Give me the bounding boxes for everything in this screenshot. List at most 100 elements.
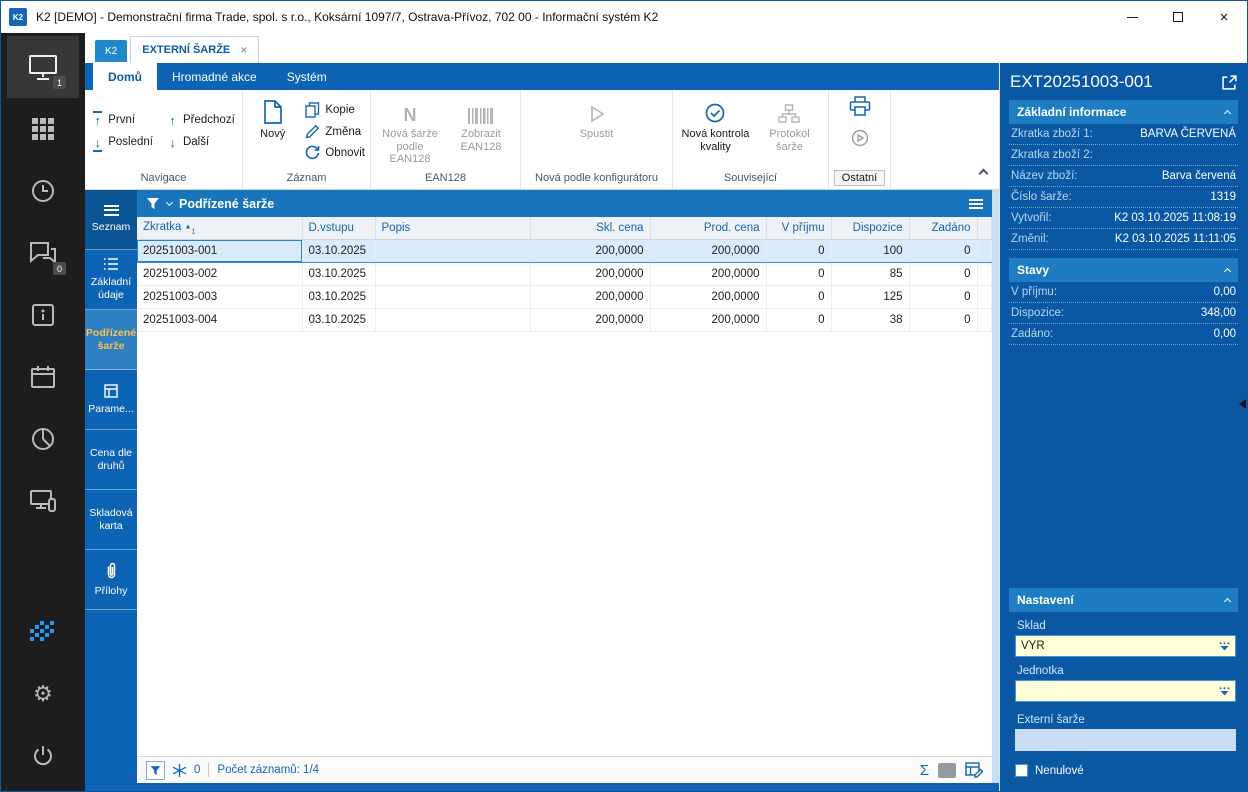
cell-zkratka: 20251003-003: [137, 285, 302, 308]
tab-k2[interactable]: K2: [95, 40, 127, 62]
edit-record-button[interactable]: Změna: [305, 124, 361, 139]
jednotka-input[interactable]: [1021, 685, 1219, 697]
last-arrow-icon: ↓: [92, 136, 103, 149]
column-header-skl-cena[interactable]: Skl. cena: [530, 217, 650, 239]
column-header-v-prijmu[interactable]: V příjmu: [766, 217, 831, 239]
edit-columns-icon[interactable]: [965, 762, 983, 778]
rail-devices-button[interactable]: [7, 470, 79, 532]
nenulove-checkbox-row: Nenulové: [1015, 764, 1236, 777]
grid-title: Podřízené šarže: [179, 197, 274, 211]
lookup-dropdown-icon[interactable]: [1219, 687, 1230, 696]
cell-dispozice: 125: [831, 285, 909, 308]
section-title-zakladni: Základní informace: [1017, 105, 1126, 119]
rail-power-button[interactable]: [7, 725, 79, 787]
column-header-dispozice[interactable]: Dispozice: [831, 217, 909, 239]
devices-icon: [29, 489, 57, 513]
rail-history-button[interactable]: [7, 160, 79, 222]
minimize-button[interactable]: [1109, 1, 1155, 33]
frozen-snowflake-icon[interactable]: [173, 764, 186, 777]
cell-prod: 200,0000: [650, 308, 766, 331]
rail-calendar-button[interactable]: [7, 346, 79, 408]
column-header-prod-cena[interactable]: Prod. cena: [650, 217, 766, 239]
popout-icon[interactable]: [1222, 75, 1237, 90]
filter-funnel-icon[interactable]: [146, 197, 160, 210]
tab-close-icon[interactable]: ×: [240, 43, 247, 57]
view-nav-podrizene-sarze[interactable]: Podřízené šarže: [85, 310, 137, 370]
rail-time-button[interactable]: [7, 408, 79, 470]
view-nav-seznam[interactable]: Seznam: [85, 190, 137, 250]
ribbon-tab-system[interactable]: Systém: [272, 63, 342, 90]
filter-chevron-down-icon[interactable]: [166, 198, 173, 205]
paperclip-icon: [104, 562, 118, 580]
externi-sarze-input[interactable]: [1021, 734, 1230, 746]
column-header-dvstupu[interactable]: D.vstupu: [302, 217, 375, 239]
cell-zadano: 0: [909, 262, 977, 285]
view-nav-prilohy[interactable]: Přílohy: [85, 550, 137, 610]
rail-messages-button[interactable]: 0: [7, 222, 79, 284]
new-record-button[interactable]: Nový: [248, 94, 297, 168]
tab-externi-sarze-label: EXTERNÍ ŠARŽE: [142, 44, 230, 56]
copy-record-button[interactable]: Kopie: [305, 102, 354, 118]
sklad-input[interactable]: [1021, 640, 1219, 652]
sum-button[interactable]: Σ: [920, 762, 929, 779]
nenulove-checkbox[interactable]: [1015, 764, 1028, 777]
view-nav-parametry-label: Parame...: [88, 403, 134, 416]
ribbon-group-ostatni: Ostatní: [829, 90, 891, 189]
view-nav-podrizene-sarze-label: Podřízené šarže: [86, 327, 136, 353]
section-header-nastaveni[interactable]: Nastavení: [1009, 588, 1238, 612]
grid-menu-icon[interactable]: [969, 199, 983, 209]
rail-modules-button[interactable]: [7, 98, 79, 160]
ribbon-tab-hromadne-akce[interactable]: Hromadné akce: [157, 63, 272, 90]
column-header-popis[interactable]: Popis: [375, 217, 530, 239]
next-arrow-icon: ↓: [167, 136, 178, 149]
tab-externi-sarze[interactable]: EXTERNÍ ŠARŽE ×: [130, 36, 259, 63]
table-row[interactable]: 20251003-003 03.10.2025 200,0000 200,000…: [137, 285, 992, 308]
view-nav-parametry[interactable]: Parame...: [85, 370, 137, 430]
group-label-souvisejici: Související: [724, 172, 777, 184]
jednotka-field: [1015, 680, 1236, 702]
cell-vstup: 03.10.2025: [302, 239, 375, 262]
last-record-button[interactable]: ↓Poslední: [92, 136, 153, 149]
table-row[interactable]: 20251003-001 03.10.2025 200,0000 200,000…: [137, 239, 992, 262]
column-header-zkratka[interactable]: Zkratka ▲1: [137, 217, 302, 239]
rail-settings-button[interactable]: ⚙: [7, 663, 79, 725]
next-record-button[interactable]: ↓Další: [167, 136, 235, 149]
rail-k2-logo-button[interactable]: [7, 601, 79, 663]
filter-status-button[interactable]: [146, 761, 165, 780]
show-ean128-label: Zobrazit EAN128: [447, 128, 515, 153]
column-header-zadano[interactable]: Zadáno: [909, 217, 977, 239]
previous-record-button[interactable]: ↑Předchozí: [167, 114, 235, 127]
pie-clock-icon: [30, 426, 56, 452]
ribbon-collapse-button[interactable]: [980, 164, 987, 182]
rail-desktop-button[interactable]: 1: [7, 36, 79, 98]
print-button[interactable]: [849, 96, 871, 121]
section-header-stavy[interactable]: Stavy: [1009, 258, 1238, 282]
cell-skl: 200,0000: [530, 285, 650, 308]
detail-row: Zkratka zboží 1:BARVA ČERVENÁ: [1009, 124, 1238, 145]
ean-n-icon: N: [404, 106, 417, 124]
new-quality-check-button[interactable]: Nová kontrola kvality: [678, 94, 753, 168]
panel-collapse-arrow[interactable]: [1239, 399, 1246, 409]
cell-vstup: 03.10.2025: [302, 285, 375, 308]
ribbon-tab-domu[interactable]: Domů: [93, 63, 157, 90]
section-header-zakladni[interactable]: Základní informace: [1009, 100, 1238, 124]
play-icon: [587, 104, 607, 124]
batch-protocol-label: Protokol šarže: [756, 128, 823, 153]
group-label-ostatni[interactable]: Ostatní: [834, 170, 885, 186]
rail-info-button[interactable]: [7, 284, 79, 346]
first-record-button[interactable]: ↑První: [92, 114, 153, 127]
cell-zadano: 0: [909, 239, 977, 262]
scroll-gutter[interactable]: [992, 190, 999, 783]
view-nav-cena-dle-druhu[interactable]: Cena dle druhů: [85, 430, 137, 490]
view-nav-seznam-label: Seznam: [92, 221, 131, 234]
info-icon: [31, 303, 55, 327]
view-nav-zakladni-udaje[interactable]: Základní údaje: [85, 250, 137, 310]
maximize-button[interactable]: [1155, 1, 1201, 33]
lookup-dropdown-icon[interactable]: [1219, 642, 1230, 651]
table-row[interactable]: 20251003-004 03.10.2025 200,0000 200,000…: [137, 308, 992, 331]
close-button[interactable]: ×: [1201, 1, 1247, 33]
grid-tool-button[interactable]: [938, 763, 956, 778]
table-row[interactable]: 20251003-002 03.10.2025 200,0000 200,000…: [137, 262, 992, 285]
refresh-button[interactable]: Obnovit: [305, 145, 365, 160]
view-nav-skladova-karta[interactable]: Skladová karta: [85, 490, 137, 550]
